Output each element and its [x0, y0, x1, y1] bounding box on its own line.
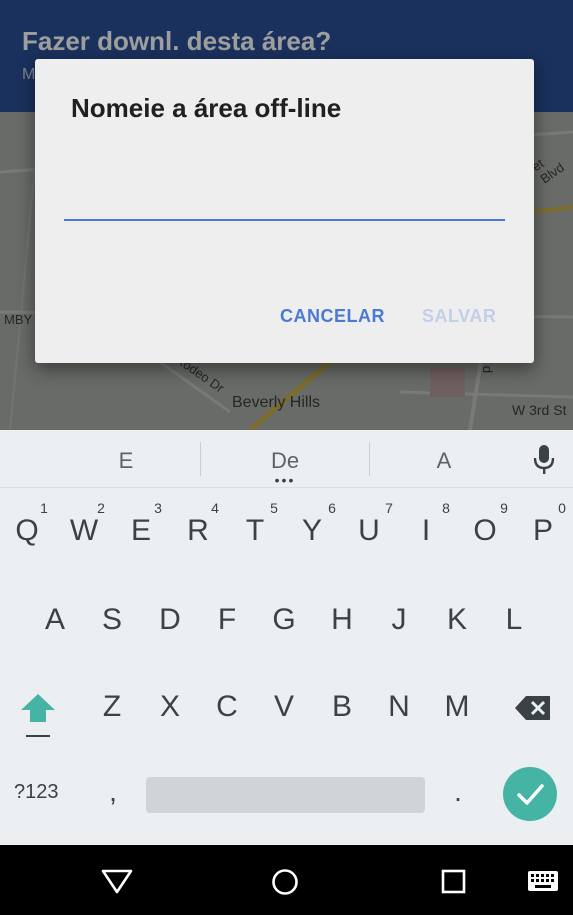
- key-m[interactable]: M: [432, 677, 482, 737]
- key-a[interactable]: A: [30, 590, 80, 650]
- save-button[interactable]: SALVAR: [422, 306, 496, 327]
- period-key[interactable]: .: [448, 776, 468, 808]
- key-h[interactable]: H: [317, 590, 367, 650]
- checkmark-icon: [517, 784, 544, 805]
- back-icon[interactable]: [100, 867, 134, 895]
- suggestion-strip: E De ••• A: [0, 430, 573, 488]
- suggestion-divider: [369, 442, 370, 476]
- system-nav-bar: [0, 845, 573, 915]
- key-hint-1: 1: [40, 500, 48, 516]
- key-l[interactable]: L: [489, 590, 539, 650]
- key-x[interactable]: X: [145, 677, 195, 737]
- key-z[interactable]: Z: [87, 677, 137, 737]
- key-c[interactable]: C: [202, 677, 252, 737]
- key-hint-7: 7: [385, 500, 393, 516]
- microphone-icon[interactable]: [533, 444, 555, 476]
- key-hint-2: 2: [97, 500, 105, 516]
- shift-icon[interactable]: [19, 692, 57, 724]
- key-hint-3: 3: [154, 500, 162, 516]
- cancel-button[interactable]: CANCELAR: [280, 306, 385, 327]
- suggestion-left[interactable]: E: [66, 448, 186, 474]
- key-hint-5: 5: [270, 500, 278, 516]
- comma-key[interactable]: ,: [103, 776, 123, 808]
- name-offline-area-dialog: Nomeie a área off-line CANCELAR SALVAR: [35, 59, 534, 363]
- suggestion-divider: [200, 442, 201, 476]
- key-hint-9: 9: [500, 500, 508, 516]
- key-hint-4: 4: [211, 500, 219, 516]
- space-key[interactable]: [146, 777, 425, 813]
- keyboard-icon[interactable]: [527, 870, 559, 892]
- key-hint-6: 6: [328, 500, 336, 516]
- key-j[interactable]: J: [374, 590, 424, 650]
- enter-key[interactable]: [503, 767, 557, 821]
- symbols-key[interactable]: ?123: [14, 781, 59, 804]
- backspace-icon[interactable]: [514, 695, 552, 721]
- key-s[interactable]: S: [87, 590, 137, 650]
- key-hint-0: 0: [558, 500, 566, 516]
- recents-icon[interactable]: [440, 868, 468, 896]
- soft-keyboard: E De ••• A Q W E R T Y U I O P 1 2 3 4 5…: [0, 430, 573, 845]
- suggestion-right[interactable]: A: [384, 448, 504, 474]
- shift-indicator: [26, 735, 50, 737]
- key-b[interactable]: B: [317, 677, 367, 737]
- home-icon[interactable]: [270, 867, 300, 897]
- key-g[interactable]: G: [259, 590, 309, 650]
- key-v[interactable]: V: [259, 677, 309, 737]
- suggestion-center[interactable]: De: [225, 448, 345, 474]
- key-d[interactable]: D: [145, 590, 195, 650]
- dialog-title: Nomeie a área off-line: [71, 93, 342, 123]
- more-suggestions-icon[interactable]: •••: [270, 473, 300, 487]
- key-k[interactable]: K: [432, 590, 482, 650]
- key-hint-8: 8: [442, 500, 450, 516]
- key-f[interactable]: F: [202, 590, 252, 650]
- key-n[interactable]: N: [374, 677, 424, 737]
- area-name-input[interactable]: [64, 195, 505, 221]
